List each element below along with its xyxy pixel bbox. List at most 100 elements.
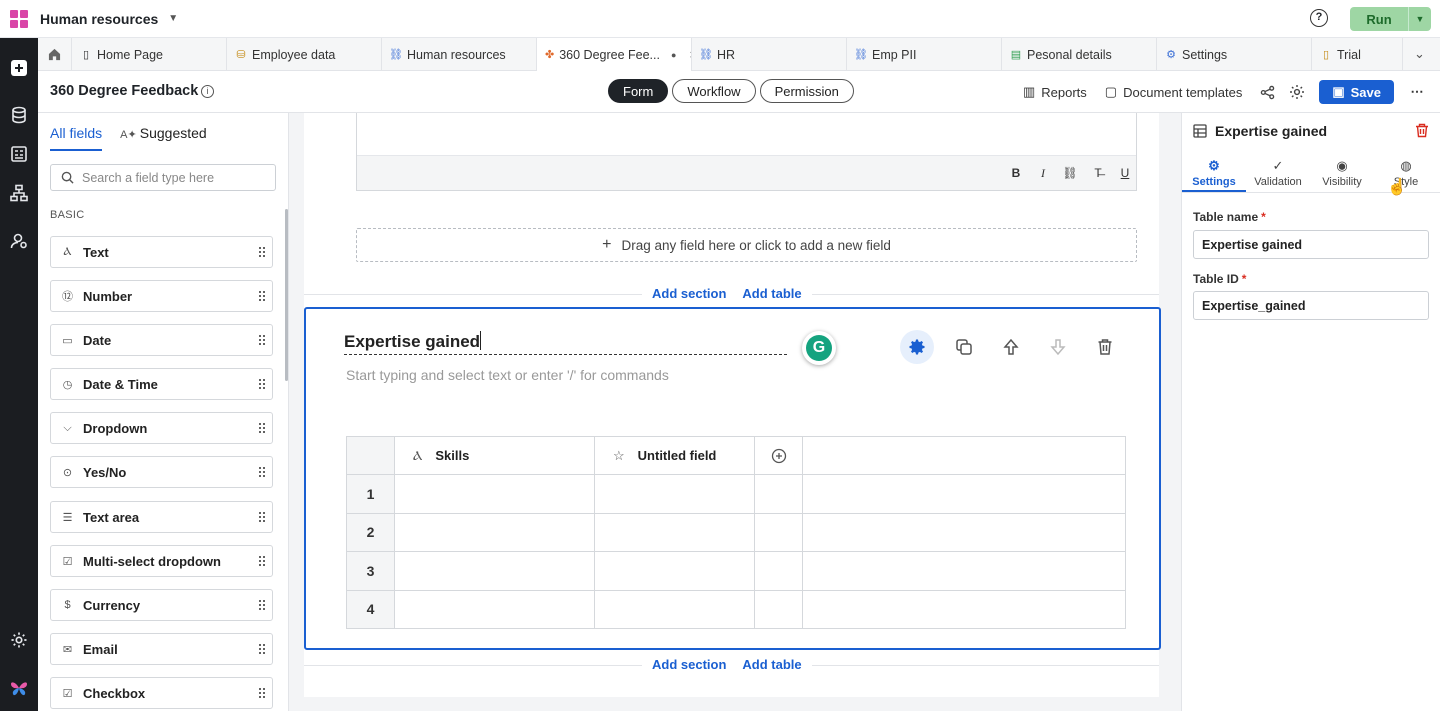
add-table-button[interactable]: Add table [742, 657, 801, 672]
tab-pesonal-details[interactable]: ▤ Pesonal details [1002, 38, 1157, 71]
mode-permission-button[interactable]: Permission [759, 79, 854, 103]
table-id-input[interactable]: Expertise_gained [1193, 291, 1429, 320]
workflow-icon[interactable] [8, 182, 30, 204]
column-header-untitled-field[interactable]: ☆ Untitled field [594, 436, 755, 475]
palette-scrollbar[interactable] [285, 209, 288, 381]
run-button[interactable]: Run ▼ [1350, 7, 1431, 31]
field-item-dropdown[interactable]: ⌵ Dropdown [50, 412, 273, 444]
tab-home-page[interactable]: ▯ Home Page [72, 38, 227, 71]
tab-label: HR [717, 47, 736, 62]
drag-handle-icon[interactable] [258, 599, 266, 612]
table-name-input[interactable]: Expertise gained [1193, 230, 1429, 259]
forms-icon[interactable] [8, 143, 30, 165]
clear-format-icon[interactable]: T̶ [1090, 165, 1106, 181]
tab-trial[interactable]: ▯ Trial [1312, 38, 1403, 71]
drag-handle-icon[interactable] [258, 466, 266, 479]
tab-settings[interactable]: ⚙ Settings [1157, 38, 1312, 71]
tab-hr[interactable]: ⛓ HR [692, 38, 847, 71]
grammarly-icon[interactable]: G [802, 331, 836, 365]
tab-employee-data[interactable]: ⛁ Employee data [227, 38, 382, 71]
tab-visibility[interactable]: ◉ Visibility [1310, 149, 1374, 192]
add-table-button[interactable]: Add table [742, 286, 801, 301]
section-settings-gear-icon[interactable] [900, 330, 934, 364]
drag-handle-icon[interactable] [258, 422, 266, 435]
table-cell[interactable] [394, 474, 595, 514]
bold-icon[interactable]: B [1008, 165, 1024, 181]
drag-handle-icon[interactable] [258, 555, 266, 568]
add-icon[interactable] [8, 57, 30, 79]
settings-gear-icon[interactable] [8, 629, 30, 651]
field-item-currency[interactable]: $ Currency [50, 589, 273, 621]
drag-handle-icon[interactable] [258, 643, 266, 656]
field-item-checkbox[interactable]: ☑ Checkbox [50, 677, 273, 709]
table-row: 4 [346, 589, 1126, 629]
move-up-arrow-icon[interactable] [994, 330, 1028, 364]
tab-settings[interactable]: ⚙ Settings [1182, 149, 1246, 192]
run-button-label[interactable]: Run [1350, 7, 1408, 31]
app-logo[interactable] [0, 0, 38, 38]
tab-emp-pii[interactable]: ⛓ Emp PII [847, 38, 1002, 71]
delete-trash-icon[interactable] [1415, 123, 1429, 141]
field-item-text-area[interactable]: ☰ Text area [50, 501, 273, 533]
field-item-date-time[interactable]: ◷ Date & Time [50, 368, 273, 400]
page-title[interactable]: 360 Degree Feedback [50, 83, 198, 99]
info-icon[interactable]: i [201, 85, 214, 98]
tab-suggested[interactable]: A✦ Suggested [120, 125, 207, 151]
link-icon[interactable]: ⛓ [1062, 165, 1078, 181]
database-icon[interactable] [8, 104, 30, 126]
drag-handle-icon[interactable] [258, 511, 266, 524]
tab-validation[interactable]: ✓ Validation [1246, 149, 1310, 192]
mode-form-button[interactable]: Form [608, 79, 669, 103]
table-cell[interactable] [594, 512, 755, 552]
tabs-overflow-chevron-icon[interactable]: ⌄ [1403, 38, 1436, 70]
italic-icon[interactable]: I [1035, 165, 1051, 181]
drag-handle-icon[interactable] [258, 334, 266, 347]
underline-icon[interactable]: U [1117, 165, 1133, 181]
table-cell[interactable] [594, 589, 755, 629]
help-icon[interactable]: ? [1310, 9, 1328, 27]
duplicate-icon[interactable] [947, 330, 981, 364]
save-button[interactable]: ▣ Save [1319, 80, 1394, 104]
field-item-date[interactable]: ▭ Date [50, 324, 273, 356]
drag-handle-icon[interactable] [258, 246, 266, 259]
add-section-button[interactable]: Add section [652, 286, 726, 301]
rich-text-editor[interactable]: B I ⛓ T̶ U [356, 113, 1137, 191]
document-templates-button[interactable]: ▢ Document templates [1105, 84, 1243, 100]
drag-handle-icon[interactable] [258, 290, 266, 303]
add-section-button[interactable]: Add section [652, 657, 726, 672]
field-item-number[interactable]: ⑫ Number [50, 280, 273, 312]
users-icon[interactable] [8, 230, 30, 252]
app-title[interactable]: Human resources [40, 11, 158, 27]
table-cell[interactable] [594, 551, 755, 591]
table-section[interactable]: Expertise gained Start typing and select… [304, 307, 1161, 650]
field-item-yes-no[interactable]: ⊙ Yes/No [50, 456, 273, 488]
share-icon[interactable] [1260, 85, 1275, 100]
move-down-arrow-icon[interactable] [1041, 330, 1075, 364]
table-cell[interactable] [394, 589, 595, 629]
table-cell[interactable] [594, 474, 755, 514]
tab-human-resources[interactable]: ⛓ Human resources [382, 38, 537, 71]
section-title[interactable]: Expertise gained [344, 331, 482, 352]
section-description-input[interactable]: Start typing and select text or enter '/… [346, 367, 669, 383]
drop-zone[interactable]: + Drag any field here or click to add a … [356, 228, 1137, 262]
tab-all-fields[interactable]: All fields [50, 125, 103, 151]
table-cell[interactable] [394, 512, 595, 552]
run-dropdown-chevron-icon[interactable]: ▼ [1408, 7, 1431, 31]
field-item-email[interactable]: ✉ Email [50, 633, 273, 665]
reports-button[interactable]: ▥ Reports [1023, 84, 1087, 100]
add-column-button[interactable] [754, 436, 803, 475]
home-tab-icon[interactable] [38, 38, 72, 70]
chevron-down-icon[interactable]: ▼ [168, 13, 178, 24]
more-options-icon[interactable]: ⋯ [1406, 81, 1428, 103]
drag-handle-icon[interactable] [258, 378, 266, 391]
form-settings-gear-icon[interactable] [1289, 84, 1305, 100]
column-header-skills[interactable]: Ⲁ Skills [394, 436, 595, 475]
field-item-text[interactable]: Ⲁ Text [50, 236, 273, 268]
mode-workflow-button[interactable]: Workflow [672, 79, 756, 103]
tab-360-degree-feedback[interactable]: ✤360 Degree Fee...●× [537, 38, 692, 71]
table-cell[interactable] [394, 551, 595, 591]
field-item-multi-select-dropdown[interactable]: ☑ Multi-select dropdown [50, 545, 273, 577]
drag-handle-icon[interactable] [258, 687, 266, 700]
delete-section-trash-icon[interactable] [1088, 330, 1122, 364]
field-search-input[interactable]: Search a field type here [50, 164, 276, 191]
